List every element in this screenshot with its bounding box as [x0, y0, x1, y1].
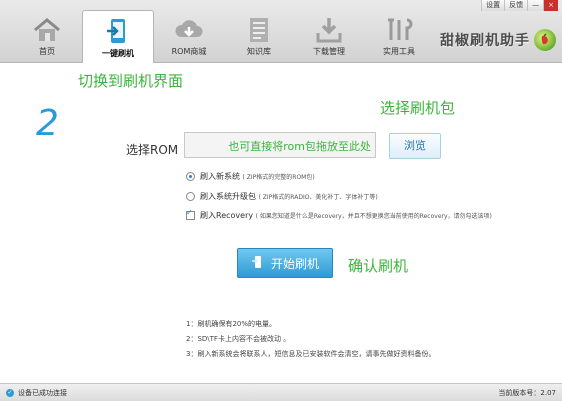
note-item: 3：刷入新系统会将联系人，短信息及已安装软件会清空，请事先做好资料备份。 — [186, 350, 436, 358]
connection-status: 设备已成功连接 — [18, 389, 67, 397]
flash-icon — [251, 255, 265, 272]
cloud-download-icon — [172, 16, 206, 44]
status-bar: ✓ 设备已成功连接 当前版本号：2.07 — [0, 383, 562, 401]
settings-button[interactable]: 设置 — [481, 0, 505, 11]
flash-panel: 切换到刷机界面 2 选择刷机包 选择ROM 也可直接将rom包拖放至此处 浏览 … — [0, 63, 562, 383]
option-label: 刷入Recovery — [200, 211, 254, 220]
tab-label: 下载管理 — [313, 47, 345, 56]
tab-home[interactable]: 首页 — [12, 10, 82, 62]
tab-label: 一键刷机 — [102, 49, 134, 58]
annotation-switch: 切换到刷机界面 — [78, 72, 184, 90]
option-flash-recovery[interactable]: 刷入Recovery ( 如果您知道是什么是Recovery，并且不想更换您当前… — [186, 208, 492, 221]
start-flash-button[interactable]: 开始刷机 — [237, 248, 333, 278]
pepper-logo-icon — [534, 29, 556, 51]
brand-text: 甜椒刷机助手 — [440, 33, 530, 49]
tab-rom-store[interactable]: ROM商城 — [154, 10, 224, 62]
flash-phone-icon — [101, 17, 135, 45]
option-description: ( ZIP格式的RADIO、美化补丁、字体补丁等) — [258, 194, 378, 201]
tab-knowledge-base[interactable]: 知识库 — [224, 10, 294, 62]
option-flash-upgrade-package[interactable]: 刷入系统升级包 ( ZIP格式的RADIO、美化补丁、字体补丁等) — [186, 191, 378, 202]
tab-label: 首页 — [39, 47, 55, 56]
radio-button[interactable] — [186, 172, 195, 181]
recovery-checkbox[interactable] — [186, 208, 195, 220]
tab-label: ROM商城 — [171, 47, 207, 56]
note-item: 1：刷机确保有20%的电量。 — [186, 320, 277, 328]
top-toolbar: 设置 反馈 — × 首页 一键刷机 ROM商城 知识库 下载管理 实用工具 甜椒… — [0, 0, 562, 64]
notes-list: 1：刷机确保有20%的电量。 2：SD\TF卡上内容不会被改动 。 3：刷入新系… — [186, 317, 435, 362]
tab-download-manager[interactable]: 下载管理 — [294, 10, 364, 62]
option-description: ( 如果您知道是什么是Recovery，并且不想更换您当前使用的Recovery… — [255, 213, 492, 220]
step-number: 2 — [36, 103, 59, 144]
download-tray-icon — [312, 16, 346, 44]
feedback-button[interactable]: 反馈 — [504, 0, 528, 11]
option-label: 刷入新系统 — [200, 172, 240, 181]
annotation-confirm-flash: 确认刷机 — [348, 257, 409, 275]
home-icon — [30, 16, 64, 44]
tab-utility-tools[interactable]: 实用工具 — [364, 10, 434, 62]
document-icon — [242, 16, 276, 44]
version-label: 当前版本号：2.07 — [498, 389, 556, 397]
option-label: 刷入系统升级包 — [200, 192, 256, 201]
rom-drop-placeholder: 也可直接将rom包拖放至此处 — [228, 140, 371, 153]
app-logo: 甜椒刷机助手 — [440, 22, 556, 58]
note-item: 2：SD\TF卡上内容不会被改动 。 — [186, 335, 291, 343]
tab-label: 知识库 — [247, 47, 271, 56]
check-icon: ✓ — [6, 389, 14, 397]
rom-label: 选择ROM — [126, 143, 179, 157]
close-button[interactable]: × — [543, 0, 558, 11]
option-flash-new-system[interactable]: 刷入新系统 ( ZIP格式的完整的ROM包) — [186, 171, 315, 182]
tab-one-click-flash[interactable]: 一键刷机 — [82, 10, 154, 64]
minimize-button[interactable]: — — [527, 0, 544, 11]
tab-label: 实用工具 — [383, 47, 415, 56]
browse-button[interactable]: 浏览 — [389, 133, 441, 159]
window-controls: 设置 反馈 — × — [481, 0, 558, 11]
option-description: ( ZIP格式的完整的ROM包) — [242, 174, 315, 181]
main-nav: 首页 一键刷机 ROM商城 知识库 下载管理 实用工具 — [12, 10, 434, 64]
annotation-select-package: 选择刷机包 — [380, 99, 456, 117]
rom-path-input[interactable]: 也可直接将rom包拖放至此处 — [184, 132, 376, 158]
start-flash-label: 开始刷机 — [270, 256, 319, 271]
radio-button[interactable] — [186, 192, 195, 201]
tools-icon — [382, 16, 416, 44]
